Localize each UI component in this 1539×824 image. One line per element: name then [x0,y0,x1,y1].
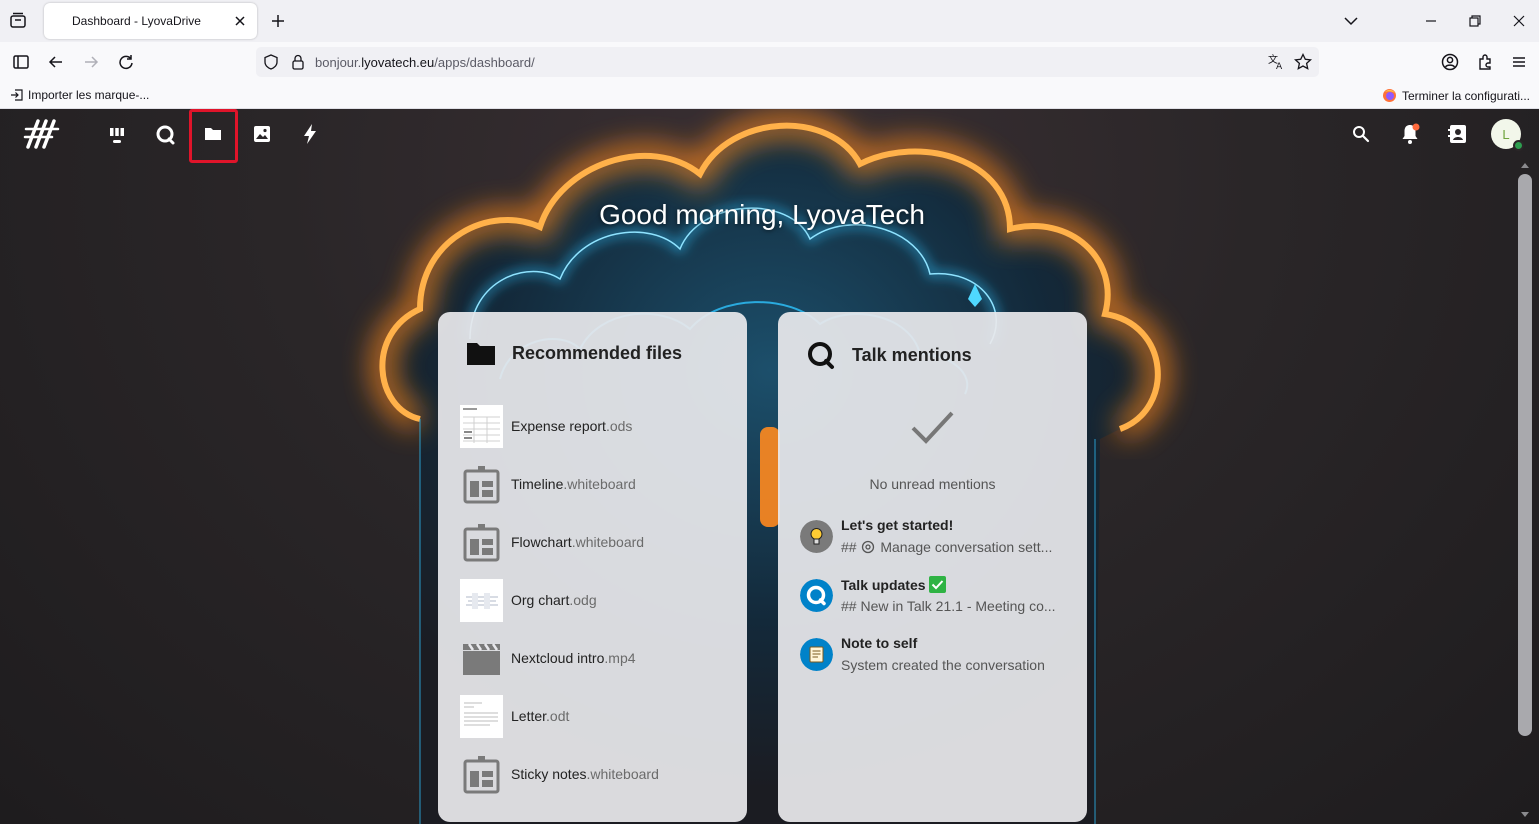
finish-setup-label: Terminer la configurati... [1401,88,1530,103]
greeting-heading: Good morning, LyovaTech [599,199,925,230]
url-text[interactable]: bonjour.lyovatech.eu/apps/dashboard/ [315,55,535,70]
conversation-item[interactable]: Talk updates ## New in Talk 21.1 - Meeti… [800,574,1080,618]
file-name: Letter.odt [511,708,570,724]
lightbulb-icon [800,520,833,553]
conversation-title: Let's get started! [841,517,954,533]
folder-icon [467,343,495,365]
green-checkbox-icon [929,576,947,593]
search-icon[interactable] [1348,121,1374,147]
video-clapperboard-icon [463,642,500,675]
menu-icon[interactable] [1507,50,1531,74]
recommended-files-header: Recommended files [466,340,682,366]
page-scrollbar[interactable] [1516,159,1534,824]
shield-icon[interactable] [262,53,280,71]
import-bookmarks-link[interactable]: Importer les marque-... [10,88,149,102]
tab-title: Dashboard - LyovaDrive [72,14,201,28]
file-item[interactable]: Flowchart.whiteboard [460,519,730,565]
whiteboard-icon [463,523,500,561]
conversation-subtitle: System created the conversation [841,657,1045,673]
url-bar[interactable]: bonjour.lyovatech.eu/apps/dashboard/ 文 A [256,47,1319,77]
forward-arrow-icon[interactable] [79,50,103,74]
app-header: L [0,109,1539,163]
scroll-up-arrow-icon[interactable] [1520,161,1530,169]
bookmark-star-icon[interactable] [1293,52,1313,72]
url-domain: lyovatech.eu [361,55,435,70]
document-thumbnail-icon [460,694,503,738]
conversation-item[interactable]: Let's get started! ## Manage conversatio… [800,515,1080,559]
file-name: Org chart.odg [511,592,597,608]
extensions-icon[interactable] [1473,50,1497,74]
finish-setup-link[interactable]: Terminer la configurati... [1382,88,1530,103]
file-item[interactable]: Org chart.odg [460,577,730,623]
conversation-subtitle: ## Manage conversation sett... [841,539,1053,555]
back-arrow-icon[interactable] [44,50,68,74]
empty-state-text: No unread mentions [869,476,996,492]
file-name: Nextcloud intro.mp4 [511,650,636,666]
online-status-indicator [1513,140,1524,151]
firefox-icon [1382,89,1396,102]
svg-text:A: A [1276,62,1283,72]
file-item[interactable]: Expense report.ods [460,403,730,449]
import-icon [11,89,23,101]
browser-nav-bar: bonjour.lyovatech.eu/apps/dashboard/ 文 A [0,42,1539,82]
spreadsheet-thumbnail-icon [460,404,503,448]
talk-mentions-widget: Talk mentions No unread mentions Let's g… [778,312,1087,822]
close-icon[interactable] [231,12,249,30]
widget-title: Talk mentions [852,344,972,365]
account-icon[interactable] [1438,50,1462,74]
conversation-title: Note to self [841,635,918,651]
active-tab[interactable]: Dashboard - LyovaDrive [44,3,257,39]
talk-mentions-header: Talk mentions [806,340,972,370]
app-area: L Good morning, LyovaTech Recommended fi… [0,109,1539,824]
restore-icon[interactable] [1464,10,1486,32]
photos-app-icon[interactable] [249,121,275,147]
new-tab-icon[interactable] [267,10,289,32]
notifications-bell-icon[interactable] [1397,121,1423,147]
activity-app-icon[interactable] [297,121,323,147]
widget-title: Recommended files [512,342,683,363]
recommended-files-widget: Recommended files Expense report.ods Tim… [438,312,747,822]
window-close-icon[interactable] [1508,10,1530,32]
conversation-item[interactable]: Note to self System created the conversa… [800,633,1080,677]
scroll-down-arrow-icon[interactable] [1520,811,1530,819]
gear-icon [862,540,875,554]
drawing-thumbnail-icon [460,578,503,622]
contacts-icon[interactable] [1445,121,1471,147]
talk-logo-icon [800,579,833,612]
whiteboard-icon [463,755,500,793]
file-item[interactable]: Nextcloud intro.mp4 [460,635,730,681]
scroll-thumb[interactable] [1518,174,1532,736]
conversation-subtitle: ## New in Talk 21.1 - Meeting co... [841,598,1056,614]
file-name: Expense report.ods [511,418,633,434]
file-name: Timeline.whiteboard [511,476,636,492]
minimize-icon[interactable] [1420,10,1442,32]
conversation-title: Talk updates [841,576,947,593]
talk-icon [808,342,834,369]
file-item[interactable]: Sticky notes.whiteboard [460,751,730,797]
whiteboard-icon [463,465,500,503]
dashboard-app-icon[interactable] [104,121,130,147]
translate-icon[interactable]: 文 A [1266,52,1286,72]
reload-icon[interactable] [114,50,138,74]
note-icon [800,638,833,671]
lock-icon[interactable] [289,53,307,71]
file-item[interactable]: Timeline.whiteboard [460,461,730,507]
sidebar-toggle-icon[interactable] [9,50,33,74]
app-logo-icon[interactable] [22,117,62,151]
url-subdomain: bonjour. [315,55,362,70]
file-item[interactable]: Letter.odt [460,693,730,739]
file-name: Sticky notes.whiteboard [511,766,659,782]
url-path: /apps/dashboard/ [434,55,535,70]
checkmark-icon [911,411,954,444]
talk-app-icon[interactable] [152,121,178,147]
browser-tab-strip: Dashboard - LyovaDrive [0,0,1539,42]
chevron-down-icon[interactable] [1340,10,1362,32]
import-bookmarks-label: Importer les marque-... [28,88,150,102]
file-name: Flowchart.whiteboard [511,534,645,550]
avatar-letter: L [1502,126,1510,142]
files-highlight-box [189,109,238,163]
bookmarks-toolbar: Importer les marque-... Terminer la conf… [0,82,1539,109]
tab-overview-icon[interactable] [6,9,30,33]
